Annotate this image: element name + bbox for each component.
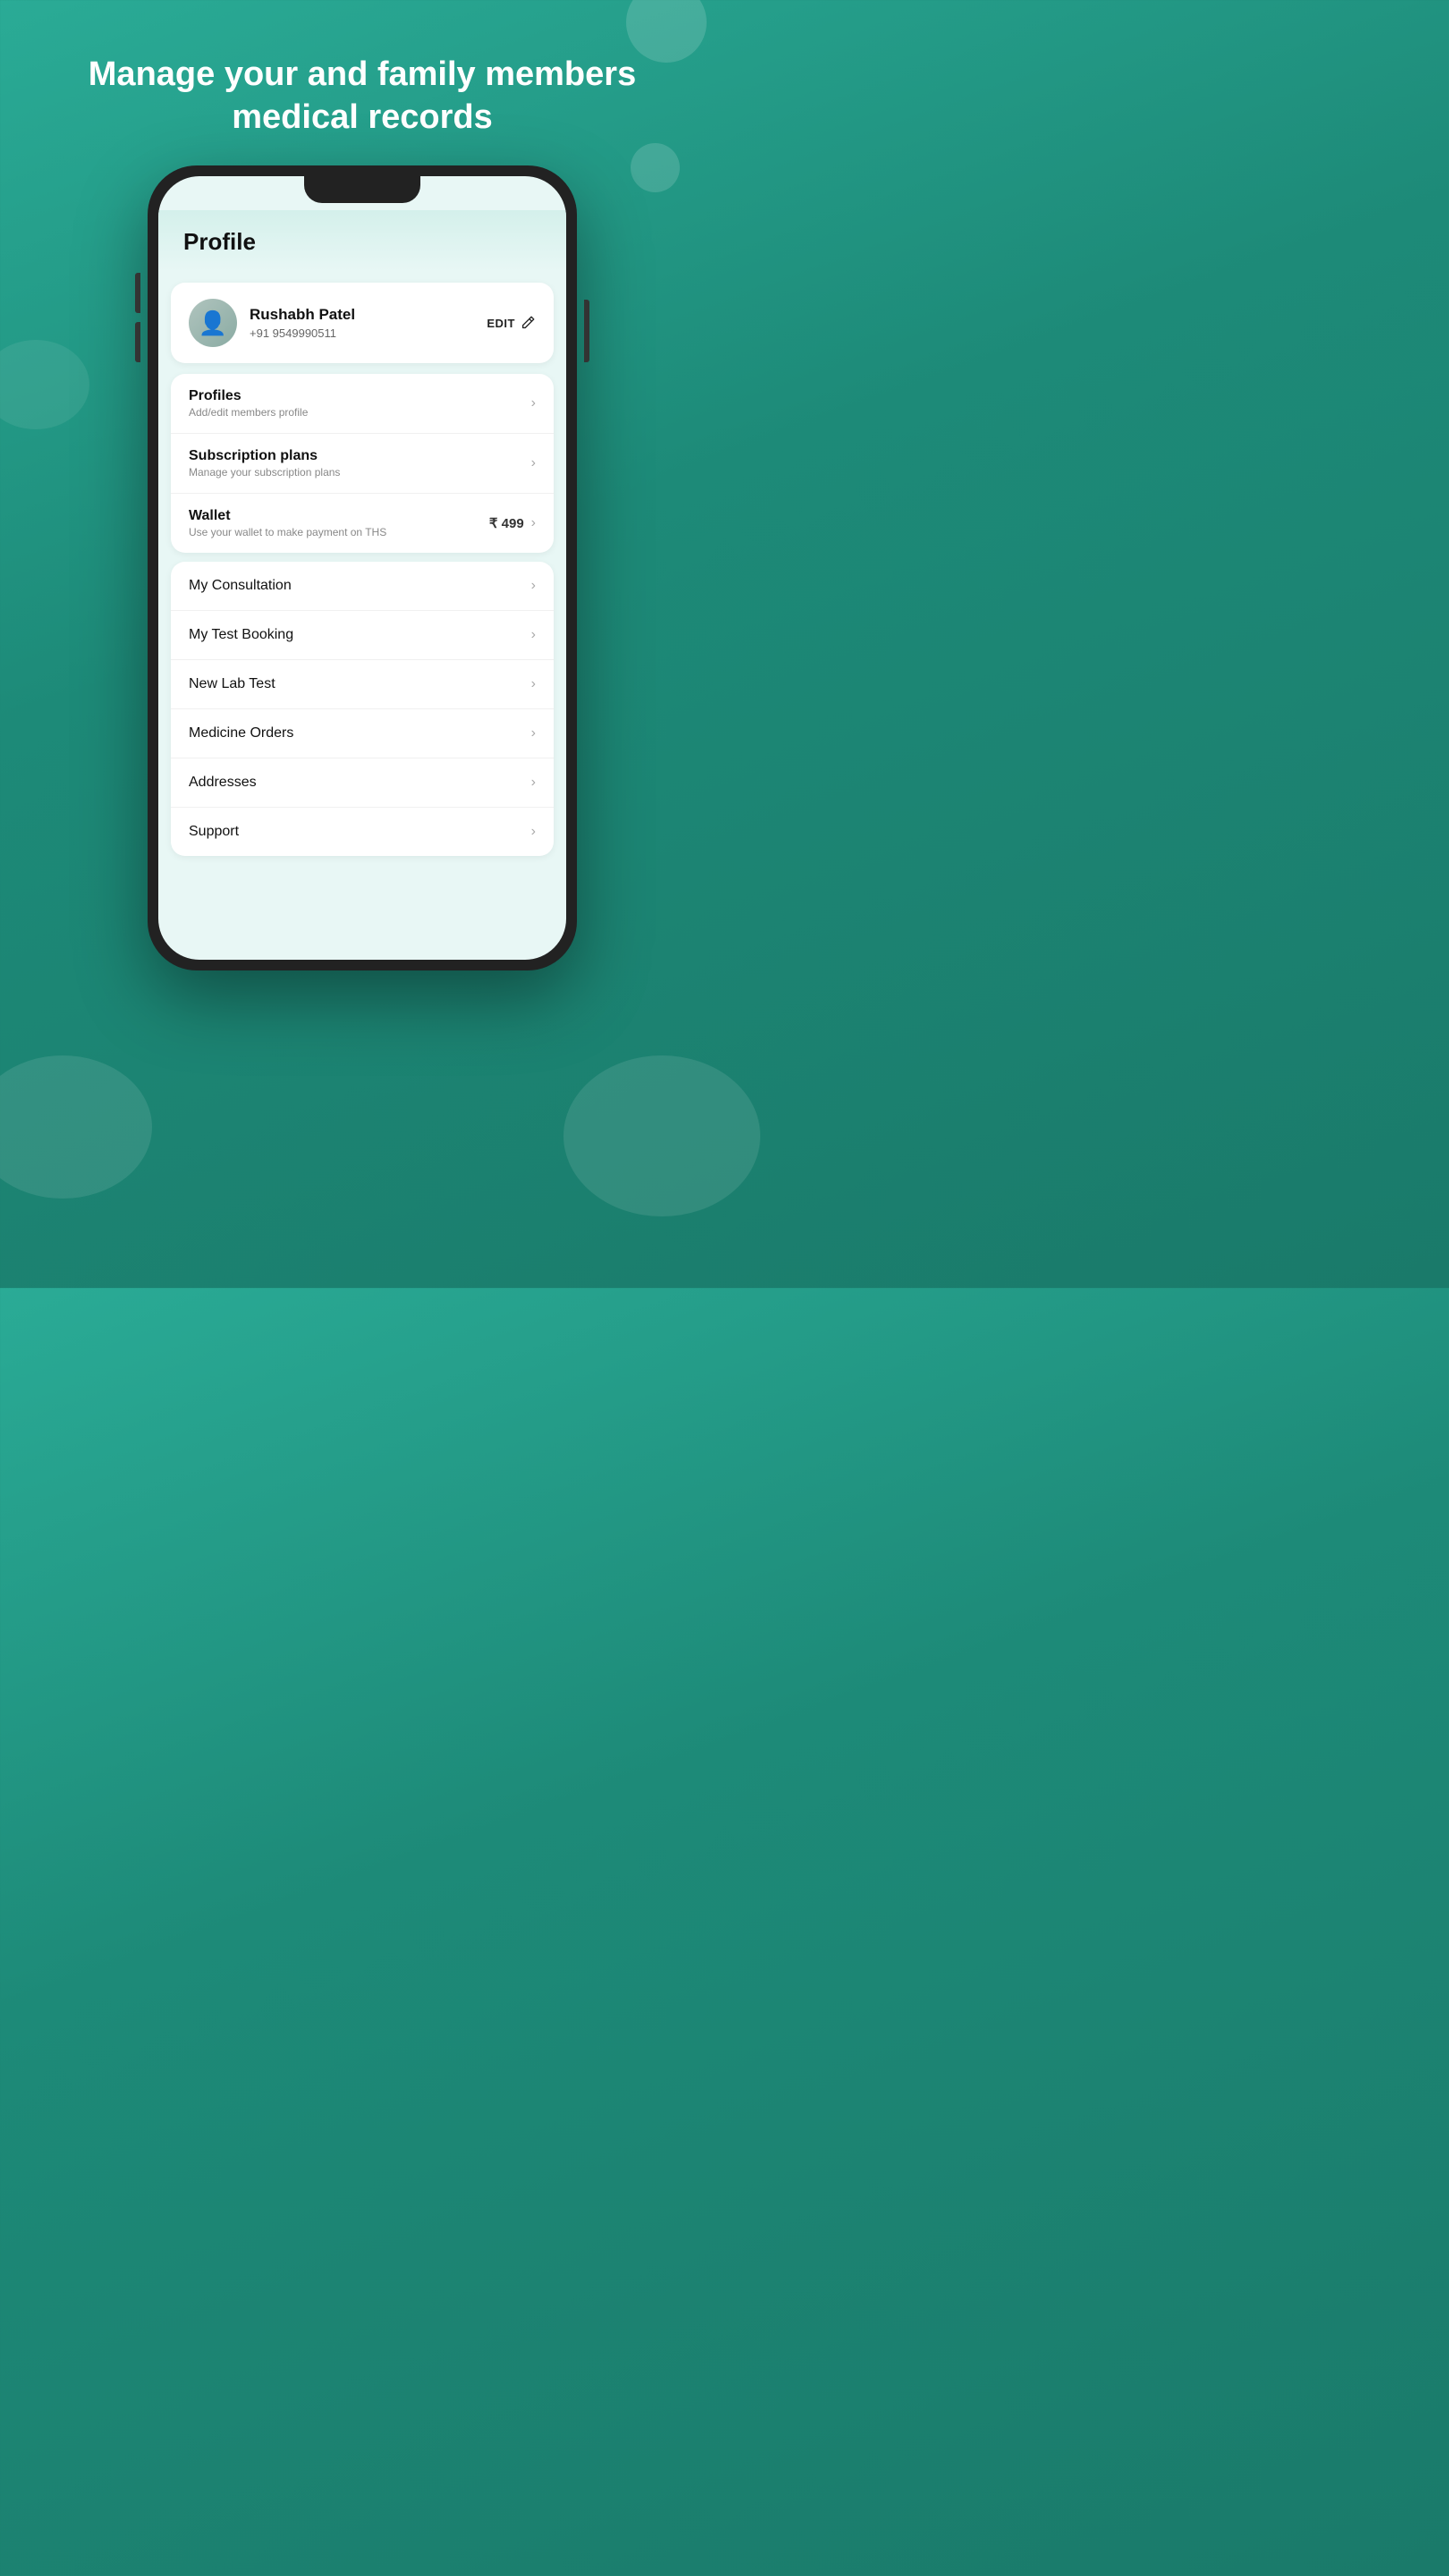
wallet-sub: Use your wallet to make payment on THS: [189, 526, 386, 538]
profile-header: Profile: [158, 210, 566, 272]
wallet-label: Wallet: [189, 508, 386, 524]
menu-item-test-booking[interactable]: My Test Booking ›: [171, 611, 554, 660]
new-lab-test-chevron-icon: ›: [531, 676, 536, 692]
support-chevron-icon: ›: [531, 824, 536, 840]
subscription-label: Subscription plans: [189, 448, 340, 464]
user-name: Rushabh Patel: [250, 306, 355, 324]
page-title: Profile: [183, 228, 256, 255]
consultation-label: My Consultation: [189, 578, 292, 594]
decorative-bubble-mid-left: [0, 340, 89, 429]
power-button: [584, 300, 589, 362]
menu-group-services: My Consultation › My Test Booking › New …: [171, 562, 554, 856]
phone-mockup: Profile 👤 Rushabh Patel +91 9549990511: [148, 165, 577, 1288]
profiles-chevron-icon: ›: [531, 395, 536, 411]
edit-label: EDIT: [487, 317, 515, 330]
menu-group-account: Profiles Add/edit members profile › Subs…: [171, 374, 554, 553]
profile-card[interactable]: 👤 Rushabh Patel +91 9549990511 EDIT: [171, 283, 554, 363]
subscription-sub: Manage your subscription plans: [189, 466, 340, 479]
decorative-bubble-bottom-left: [0, 1055, 152, 1199]
phone-frame: Profile 👤 Rushabh Patel +91 9549990511: [148, 165, 577, 970]
menu-item-subscription[interactable]: Subscription plans Manage your subscript…: [171, 434, 554, 494]
screen-content: Profile 👤 Rushabh Patel +91 9549990511: [158, 176, 566, 856]
menu-item-medicine-orders[interactable]: Medicine Orders ›: [171, 709, 554, 758]
profile-info: 👤 Rushabh Patel +91 9549990511: [189, 299, 355, 347]
decorative-bubble-bottom-right: [564, 1055, 760, 1216]
menu-item-consultation[interactable]: My Consultation ›: [171, 562, 554, 611]
hero-title: Manage your and family members medical r…: [0, 0, 724, 165]
medicine-orders-label: Medicine Orders: [189, 725, 293, 741]
menu-item-wallet[interactable]: Wallet Use your wallet to make payment o…: [171, 494, 554, 553]
addresses-label: Addresses: [189, 775, 257, 791]
profiles-label: Profiles: [189, 388, 308, 404]
menu-item-addresses[interactable]: Addresses ›: [171, 758, 554, 808]
avatar: 👤: [189, 299, 237, 347]
test-booking-chevron-icon: ›: [531, 627, 536, 643]
volume-up-button: [135, 273, 140, 313]
wallet-chevron-icon: ›: [531, 515, 536, 531]
profile-details: Rushabh Patel +91 9549990511: [250, 306, 355, 340]
edit-profile-button[interactable]: EDIT: [487, 315, 536, 331]
menu-item-profiles[interactable]: Profiles Add/edit members profile ›: [171, 374, 554, 434]
volume-down-button: [135, 322, 140, 362]
new-lab-test-label: New Lab Test: [189, 676, 275, 692]
phone-screen: Profile 👤 Rushabh Patel +91 9549990511: [158, 176, 566, 960]
menu-item-support[interactable]: Support ›: [171, 808, 554, 856]
consultation-chevron-icon: ›: [531, 578, 536, 594]
support-label: Support: [189, 824, 239, 840]
addresses-chevron-icon: ›: [531, 775, 536, 791]
medicine-orders-chevron-icon: ›: [531, 725, 536, 741]
edit-icon: [520, 315, 536, 331]
wallet-amount: ₹ 499: [489, 515, 524, 531]
user-phone: +91 9549990511: [250, 326, 355, 340]
subscription-chevron-icon: ›: [531, 455, 536, 471]
test-booking-label: My Test Booking: [189, 627, 293, 643]
phone-notch: [304, 176, 420, 203]
profiles-sub: Add/edit members profile: [189, 406, 308, 419]
menu-item-new-lab-test[interactable]: New Lab Test ›: [171, 660, 554, 709]
